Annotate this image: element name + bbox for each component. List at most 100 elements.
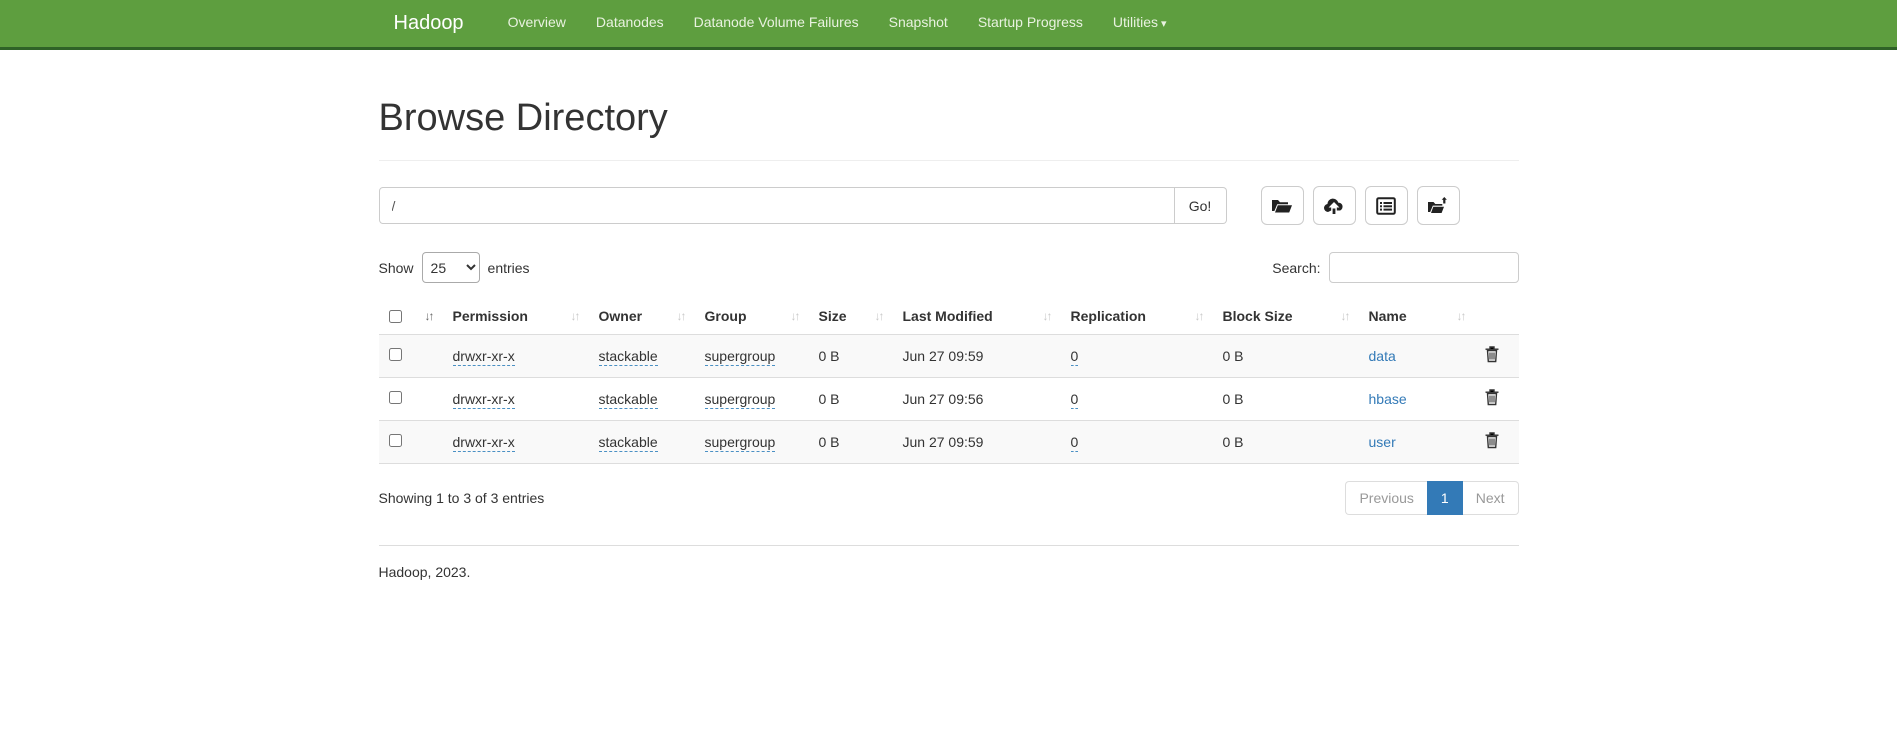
table-row: drwxr-xr-x stackable supergroup 0 B Jun … [379,378,1519,421]
table-header-row: ↓↑ Permission↓↑ Owner↓↑ Group↓↑ Size↓↑ L… [379,298,1519,335]
page-length-select[interactable]: 25 [422,252,480,283]
block-size-value: 0 B [1213,378,1359,421]
nav-item-datanodes[interactable]: Datanodes [581,0,679,48]
replication-value[interactable]: 0 [1071,434,1079,452]
trash-icon [1485,437,1499,452]
delete-button[interactable] [1485,432,1499,452]
table-footer: Showing 1 to 3 of 3 entries Previous 1 N… [379,481,1519,515]
column-header-permission[interactable]: Permission↓↑ [443,298,589,335]
sort-icon: ↓↑ [867,309,883,323]
page-title: Browse Directory [379,97,1519,140]
sort-icon: ↓↑ [1449,309,1465,323]
list-alt-icon [1376,197,1396,215]
directory-link[interactable]: hbase [1369,391,1407,407]
folder-arrow-icon [1427,197,1449,215]
cut-paste-button[interactable] [1365,186,1408,225]
sort-icon[interactable]: ↓↑ [417,309,433,323]
search-label: Search: [1272,260,1320,276]
select-all-checkbox[interactable] [389,310,402,323]
last-modified-value: Jun 27 09:59 [893,421,1061,464]
footer-text: Hadoop, 2023. [379,564,1519,740]
column-header-group[interactable]: Group↓↑ [695,298,809,335]
row-select-checkbox[interactable] [389,348,402,361]
pagination-next-button[interactable]: Next [1463,481,1519,515]
delete-button[interactable] [1485,389,1499,409]
chevron-down-icon: ▾ [1161,18,1167,30]
cloud-upload-icon [1323,197,1345,215]
last-modified-value: Jun 27 09:59 [893,335,1061,378]
path-bar: Go! [379,186,1519,225]
actions-header [1475,298,1519,335]
block-size-value: 0 B [1213,335,1359,378]
size-value: 0 B [809,378,893,421]
nav-item-datanode-volume-failures[interactable]: Datanode Volume Failures [679,0,874,48]
go-button[interactable]: Go! [1175,187,1227,224]
row-select-checkbox[interactable] [389,434,402,447]
owner-value[interactable]: stackable [599,434,658,452]
file-actions-toolbar [1261,186,1460,225]
nav-item-overview[interactable]: Overview [493,0,581,48]
folder-open-icon [1271,197,1293,215]
utilities-label: Utilities [1113,14,1158,30]
group-value[interactable]: supergroup [705,391,776,409]
top-navbar: Hadoop Overview Datanodes Datanode Volum… [0,0,1897,50]
nav-item-startup-progress[interactable]: Startup Progress [963,0,1098,48]
column-header-name[interactable]: Name↓↑ [1359,298,1475,335]
delete-button[interactable] [1485,346,1499,366]
create-directory-button[interactable] [1261,186,1304,225]
upload-file-button[interactable] [1313,186,1356,225]
directory-table: ↓↑ Permission↓↑ Owner↓↑ Group↓↑ Size↓↑ L… [379,298,1519,464]
pagination-page-1-button[interactable]: 1 [1427,481,1463,515]
trash-icon [1485,351,1499,366]
pagination: Previous 1 Next [1345,481,1518,515]
permission-value[interactable]: drwxr-xr-x [453,434,515,452]
column-header-replication[interactable]: Replication↓↑ [1061,298,1213,335]
navbar-brand-hadoop[interactable]: Hadoop [379,0,479,47]
nav-item-snapshot[interactable]: Snapshot [874,0,963,48]
path-input-group: Go! [379,187,1227,224]
sort-icon: ↓↑ [1035,309,1051,323]
search-input[interactable] [1329,252,1519,283]
column-header-block-size[interactable]: Block Size↓↑ [1213,298,1359,335]
table-row: drwxr-xr-x stackable supergroup 0 B Jun … [379,335,1519,378]
nav-item-utilities-dropdown[interactable]: Utilities▾ [1098,0,1182,48]
directory-link[interactable]: data [1369,348,1396,364]
owner-value[interactable]: stackable [599,348,658,366]
footer-divider [379,545,1519,546]
sort-icon: ↓↑ [1187,309,1203,323]
table-info: Showing 1 to 3 of 3 entries [379,490,545,506]
show-label: Show [379,260,414,276]
table-controls: Show 25 entries Search: [379,252,1519,283]
select-all-header: ↓↑ [379,298,443,335]
size-value: 0 B [809,421,893,464]
sort-icon: ↓↑ [563,309,579,323]
row-select-checkbox[interactable] [389,391,402,404]
owner-value[interactable]: stackable [599,391,658,409]
sort-icon: ↓↑ [1333,309,1349,323]
paste-into-folder-button[interactable] [1417,186,1460,225]
pagination-previous-button[interactable]: Previous [1345,481,1426,515]
column-header-owner[interactable]: Owner↓↑ [589,298,695,335]
directory-path-input[interactable] [379,187,1175,224]
navbar-links: Overview Datanodes Datanode Volume Failu… [493,0,1182,48]
replication-value[interactable]: 0 [1071,391,1079,409]
table-row: drwxr-xr-x stackable supergroup 0 B Jun … [379,421,1519,464]
entries-label: entries [488,260,530,276]
group-value[interactable]: supergroup [705,434,776,452]
trash-icon [1485,394,1499,409]
sort-icon: ↓↑ [783,309,799,323]
sort-icon: ↓↑ [669,309,685,323]
permission-value[interactable]: drwxr-xr-x [453,391,515,409]
replication-value[interactable]: 0 [1071,348,1079,366]
directory-link[interactable]: user [1369,434,1396,450]
column-header-last-modified[interactable]: Last Modified↓↑ [893,298,1061,335]
table-search-control: Search: [1272,252,1518,283]
last-modified-value: Jun 27 09:56 [893,378,1061,421]
block-size-value: 0 B [1213,421,1359,464]
column-header-size[interactable]: Size↓↑ [809,298,893,335]
group-value[interactable]: supergroup [705,348,776,366]
title-divider [379,160,1519,161]
page-length-control: Show 25 entries [379,252,530,283]
size-value: 0 B [809,335,893,378]
permission-value[interactable]: drwxr-xr-x [453,348,515,366]
